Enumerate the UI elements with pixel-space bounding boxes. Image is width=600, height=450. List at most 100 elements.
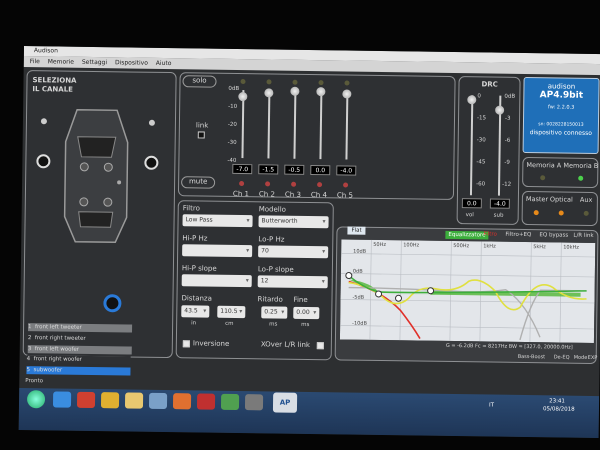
distanza-cm-input[interactable]: 110.5 [217,305,246,319]
vol-fader-knob[interactable] [467,95,477,105]
eq-freq-label-2: 500Hz [453,243,469,249]
ritardo-input[interactable]: 0.25 [261,306,288,319]
fader-track-ch3[interactable] [293,90,297,159]
input-panel: Master Optical Aux [521,190,599,227]
hip-slope-select[interactable] [181,274,252,288]
master-led[interactable] [533,210,539,216]
eq-bypass-tab[interactable]: EQ bypass [539,232,568,238]
mute-button[interactable]: mute [181,176,216,189]
start-button[interactable] [26,390,46,409]
modello-select[interactable]: Butterworth [258,215,329,229]
app-grey-icon[interactable] [244,394,264,411]
channel-row-2[interactable]: 2 front right tweeter [27,334,132,344]
hip-hz-label: Hi-P Hz [182,234,208,243]
mute-led-ch3[interactable] [291,181,297,187]
solo-button[interactable]: solo [182,75,217,88]
distanza-label: Distanza [181,294,212,303]
flat-tab[interactable]: Flat [347,226,366,235]
device-serial: sn: 0028228150013 [538,122,584,128]
fader-knob-ch1[interactable] [238,91,248,102]
menu-file[interactable]: File [30,58,40,65]
solo-led-ch5[interactable] [344,80,350,86]
fader-track-ch5[interactable] [345,91,349,160]
channel-row-3[interactable]: 3 front left woofer [27,345,132,355]
faders-panel: solo mute link 0dB -10 -20 -30 -40 -7.0 C… [177,72,456,201]
channel-row-1[interactable]: 1 front left tweeter [28,323,133,333]
eq-graph[interactable]: 50Hz 100Hz 500Hz 1kHz 5kHz 10kHz 10dB 0dB -5dB -1… [339,239,596,343]
sub-scale-4: -12 [502,181,512,188]
fader-value-ch5: -4.0 [336,165,357,176]
lang-indicator[interactable]: IT [489,403,494,409]
explorer-icon[interactable] [124,392,144,409]
clock-time[interactable]: 23:41 [549,398,565,404]
app-red-icon[interactable] [196,393,216,410]
firefox-icon[interactable] [172,393,192,410]
lop-hz-label: Lo-P Hz [258,235,285,244]
aux-led[interactable] [583,210,589,216]
menu-aiuto[interactable]: Aiuto [156,60,172,67]
fader-knob-ch4[interactable] [316,87,326,97]
media-icon[interactable] [76,391,96,409]
subwoofer-speaker-icon[interactable] [103,294,122,313]
optical-led[interactable] [558,210,564,216]
device-model: AP4.9bit [539,90,584,101]
filtro-tab[interactable]: Filtro [483,231,497,237]
mute-led-ch4[interactable] [317,182,323,188]
fine-input[interactable]: 0.00 [293,306,320,320]
ap-taskbar-button[interactable]: AP [272,392,298,413]
clock-date[interactable]: 05/08/2018 [543,406,575,412]
eq-point-2 [375,290,383,298]
distanza-in-input[interactable]: 43.5 [181,305,210,318]
hip-hz-select[interactable] [182,244,253,258]
filtro-label: Filtro [182,204,200,213]
vol-scale-2: -30 [476,137,486,144]
sub-fader-knob[interactable] [495,105,505,115]
app-window: Audison File Memorie Settaggi Dispositiv… [18,46,600,439]
filtro-eq-tab[interactable]: Filtro+EQ [505,232,531,238]
menu-memorie[interactable]: Memorie [48,58,74,65]
device-status: dispositivo connesso [529,129,592,137]
fader-track-ch4[interactable] [319,91,323,160]
taskbar: AP IT 23:41 05/08/2018 [18,387,600,439]
solo-led-ch3[interactable] [292,79,298,85]
cm-label: cm [225,320,234,327]
sub-value: -4.0 [489,198,510,209]
fader-knob-ch2[interactable] [264,88,274,98]
mute-led-ch5[interactable] [343,182,349,188]
link-checkbox[interactable] [197,131,205,139]
solo-led-ch2[interactable] [266,79,272,85]
xover-checkbox[interactable] [316,342,324,350]
channel-row-5[interactable]: 5 subwoofer [26,366,131,376]
window-title: Audison [33,47,58,55]
fader-knob-ch3[interactable] [290,86,300,96]
mute-led-ch1[interactable] [239,181,245,187]
equalizzatore-tab[interactable]: Equalizzatore [445,230,489,240]
lop-slope-select[interactable]: 12 [257,275,328,289]
lr-link-label[interactable]: L/R link [573,233,593,239]
drc-panel: DRC 0 -15 -30 -45 -60 0dB -3 -6 -9 -12 0… [456,76,521,225]
scale-30: -30 [227,139,237,146]
mute-led-ch2[interactable] [265,181,271,187]
chrome-icon[interactable] [100,392,120,409]
vol-scale-4: -60 [476,181,486,188]
eq-readout: G = -6.2dB Fc = 8217Hz BW = [327.0, 2000… [445,342,573,351]
vol-fader-track[interactable] [469,95,474,196]
network-icon[interactable] [148,392,168,410]
memory-b-led[interactable] [578,175,584,181]
fader-track-ch2[interactable] [267,90,271,159]
fader-knob-ch5[interactable] [342,89,352,99]
memory-a-led[interactable] [540,175,546,181]
menu-dispositivo[interactable]: Dispositivo [115,59,148,66]
filtro-select[interactable]: Low Pass [182,214,253,228]
sub-label: sub [493,212,504,219]
solo-led-ch4[interactable] [318,80,324,86]
channel-row-4[interactable]: 4 front right woofer [26,355,131,365]
lop-hz-select[interactable]: 70 [258,245,329,259]
app-green-icon[interactable] [220,393,240,411]
vol-value: 0.0 [461,198,482,209]
inversione-checkbox[interactable] [182,340,190,348]
solo-led-ch1[interactable] [240,79,246,85]
ie-icon[interactable] [52,391,72,408]
optical-label: Optical [549,195,573,204]
menu-settaggi[interactable]: Settaggi [82,59,107,66]
